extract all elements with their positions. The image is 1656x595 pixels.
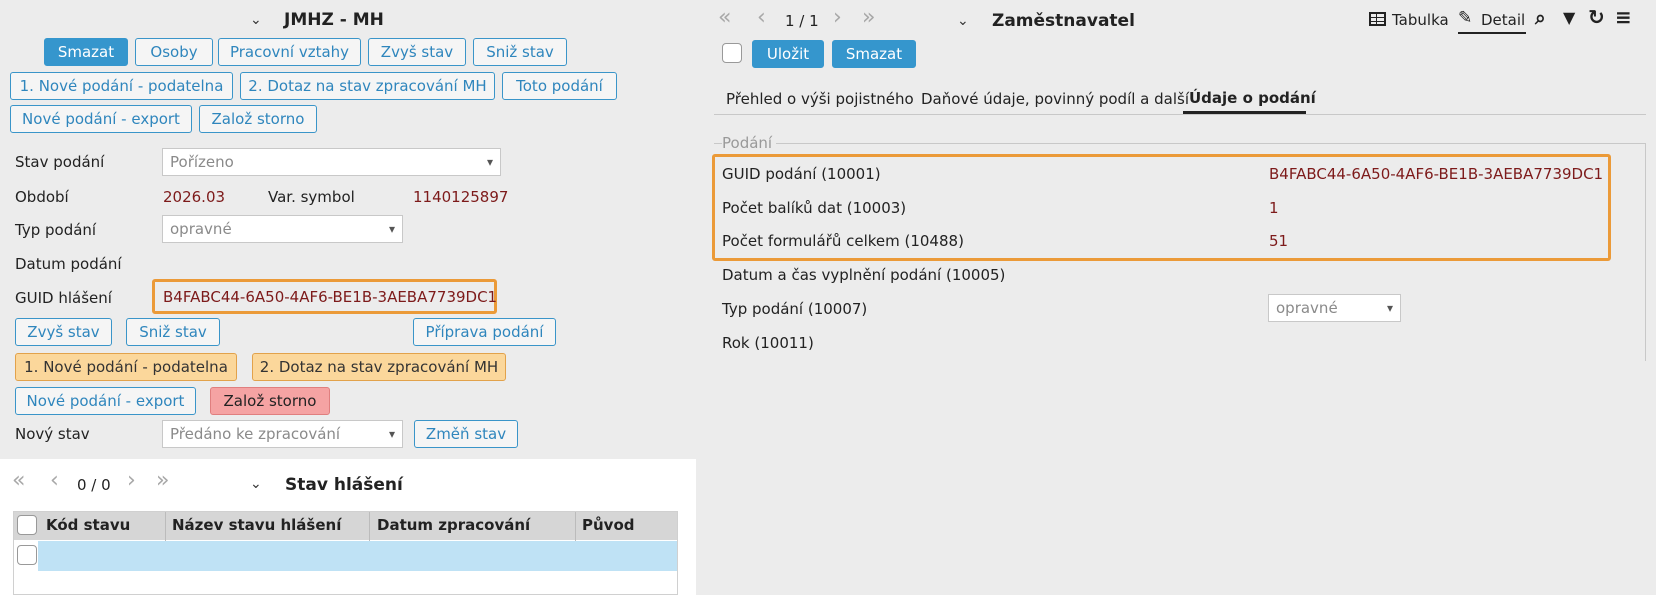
last-page-icon[interactable]: » bbox=[156, 470, 169, 492]
type-select[interactable]: opravné ▾ bbox=[162, 215, 403, 243]
prev-page-icon[interactable]: ‹ bbox=[757, 7, 766, 29]
employer-title: Zaměstnavatel bbox=[992, 11, 1135, 31]
period-value: 2026.03 bbox=[163, 188, 226, 206]
field-forms-value: 51 bbox=[1269, 232, 1289, 250]
collapse-chevron-icon[interactable]: ⌄ bbox=[250, 476, 262, 492]
chevron-down-icon: ▾ bbox=[388, 427, 395, 441]
edit-detail-icon[interactable]: ✎ bbox=[1458, 8, 1472, 28]
chevron-down-icon: ▾ bbox=[1386, 301, 1393, 315]
refresh-icon[interactable]: ↻ bbox=[1588, 5, 1605, 29]
column-header-code[interactable]: Kód stavu bbox=[46, 516, 130, 534]
prepare-submission-button[interactable]: Příprava podání bbox=[413, 318, 556, 346]
chevron-down-icon: ▾ bbox=[388, 222, 395, 236]
create-cancel-button[interactable]: Založ storno bbox=[199, 105, 317, 133]
next-page-icon[interactable]: › bbox=[127, 470, 136, 492]
chevron-down-icon: ▾ bbox=[486, 155, 493, 169]
table-view-label[interactable]: Tabulka bbox=[1392, 11, 1449, 29]
table-view-icon[interactable] bbox=[1369, 12, 1386, 26]
field-packages-value: 1 bbox=[1269, 199, 1279, 217]
column-header-name[interactable]: Název stavu hlášení bbox=[172, 516, 341, 534]
collapse-chevron-icon[interactable]: ⌄ bbox=[957, 13, 969, 29]
this-submission-button[interactable]: Toto podání bbox=[502, 72, 617, 100]
filter-icon[interactable]: ▼ bbox=[1563, 8, 1575, 27]
field-submission-type-value: opravné bbox=[1276, 299, 1338, 317]
state-label: Stav podání bbox=[15, 153, 105, 171]
type-select-value: opravné bbox=[170, 220, 232, 238]
column-header-origin[interactable]: Původ bbox=[582, 516, 635, 534]
row-checkbox[interactable] bbox=[17, 545, 37, 565]
report-pager: 0 / 0 bbox=[77, 476, 111, 494]
field-guid-label: GUID podání (10001) bbox=[722, 165, 881, 183]
field-packages-label: Počet balíků dat (10003) bbox=[722, 199, 907, 217]
select-record-checkbox[interactable] bbox=[722, 43, 742, 63]
new-state-select[interactable]: Předáno ke zpracování ▾ bbox=[162, 420, 403, 448]
lower-state-form-button[interactable]: Sniž stav bbox=[126, 318, 220, 346]
date-label: Datum podání bbox=[15, 255, 122, 273]
tab-submission-data[interactable]: Údaje o podání bbox=[1189, 89, 1316, 107]
change-state-button[interactable]: Změň stav bbox=[414, 420, 518, 448]
tabs-baseline bbox=[714, 114, 1646, 115]
persons-button[interactable]: Osoby bbox=[135, 38, 213, 66]
raise-state-form-button[interactable]: Zvyš stav bbox=[15, 318, 112, 346]
next-page-icon[interactable]: › bbox=[833, 7, 842, 29]
work-relations-button[interactable]: Pracovní vztahy bbox=[218, 38, 361, 66]
menu-icon[interactable]: ≡ bbox=[1615, 5, 1632, 29]
field-submission-type-select[interactable]: opravné ▾ bbox=[1268, 294, 1401, 322]
tab-premium-overview[interactable]: Přehled o výši pojistného bbox=[726, 90, 914, 108]
first-page-icon[interactable]: « bbox=[12, 470, 25, 492]
delete-button[interactable]: Smazat bbox=[44, 38, 128, 66]
report-state-table: Kód stavu Název stavu hlášení Datum zpra… bbox=[13, 511, 678, 595]
left-title: JMHZ - MH bbox=[284, 10, 384, 30]
varsymbol-value: 1140125897 bbox=[413, 188, 509, 206]
detail-view-label[interactable]: Detail bbox=[1481, 11, 1525, 29]
report-state-panel: « ‹ 0 / 0 › » ⌄ Stav hlášení Kód stavu N… bbox=[0, 459, 696, 595]
select-all-checkbox[interactable] bbox=[17, 515, 37, 535]
detail-pager: 1 / 1 bbox=[785, 12, 819, 30]
varsymbol-label: Var. symbol bbox=[268, 188, 355, 206]
new-state-label: Nový stav bbox=[15, 425, 90, 443]
query-state-button[interactable]: 2. Dotaz na stav zpracování MH bbox=[240, 72, 495, 100]
query-state-form-button[interactable]: 2. Dotaz na stav zpracování MH bbox=[252, 353, 506, 381]
field-year-label: Rok (10011) bbox=[722, 334, 814, 352]
new-submission-mailroom-form-button[interactable]: 1. Nové podání - podatelna bbox=[15, 353, 237, 381]
new-submission-mailroom-button[interactable]: 1. Nové podání - podatelna bbox=[10, 72, 233, 100]
new-state-select-value: Předáno ke zpracování bbox=[170, 425, 341, 443]
column-header-date[interactable]: Datum zpracování bbox=[377, 516, 530, 534]
delete-record-button[interactable]: Smazat bbox=[832, 40, 916, 68]
raise-state-button[interactable]: Zvyš stav bbox=[368, 38, 466, 66]
new-submission-export-form-button[interactable]: Nové podání - export bbox=[15, 387, 196, 415]
guid-value: B4FABC44-6A50-4AF6-BE1B-3AEBA7739DC1 bbox=[163, 288, 498, 306]
field-forms-label: Počet formulářů celkem (10488) bbox=[722, 232, 964, 250]
type-label: Typ podání bbox=[15, 221, 97, 239]
prev-page-icon[interactable]: ‹ bbox=[50, 470, 59, 492]
table-row[interactable] bbox=[38, 541, 677, 571]
tab-tax-data[interactable]: Daňové údaje, povinný podíl a další bbox=[921, 90, 1189, 108]
report-state-title: Stav hlášení bbox=[285, 475, 403, 495]
create-cancel-form-button[interactable]: Založ storno bbox=[210, 387, 330, 415]
new-submission-export-button[interactable]: Nové podání - export bbox=[10, 105, 192, 133]
field-guid-value: B4FABC44-6A50-4AF6-BE1B-3AEBA7739DC1 bbox=[1269, 165, 1604, 183]
active-tab-underline bbox=[1183, 111, 1306, 114]
save-button[interactable]: Uložit bbox=[752, 40, 824, 68]
guid-label: GUID hlášení bbox=[15, 289, 112, 307]
field-submission-type-label: Typ podání (10007) bbox=[722, 300, 868, 318]
last-page-icon[interactable]: » bbox=[862, 7, 875, 29]
first-page-icon[interactable]: « bbox=[718, 7, 731, 29]
collapse-chevron-icon[interactable]: ⌄ bbox=[250, 12, 262, 28]
period-label: Období bbox=[15, 188, 69, 206]
detail-underline bbox=[1458, 32, 1526, 34]
state-select-value: Pořízeno bbox=[170, 153, 234, 171]
field-filled-datetime-label: Datum a čas vyplnění podání (10005) bbox=[722, 266, 1006, 284]
state-select[interactable]: Pořízeno ▾ bbox=[162, 148, 501, 176]
lower-state-button[interactable]: Sniž stav bbox=[473, 38, 567, 66]
section-title: Podání bbox=[722, 134, 777, 152]
search-icon[interactable]: ⌕ bbox=[1535, 7, 1546, 29]
